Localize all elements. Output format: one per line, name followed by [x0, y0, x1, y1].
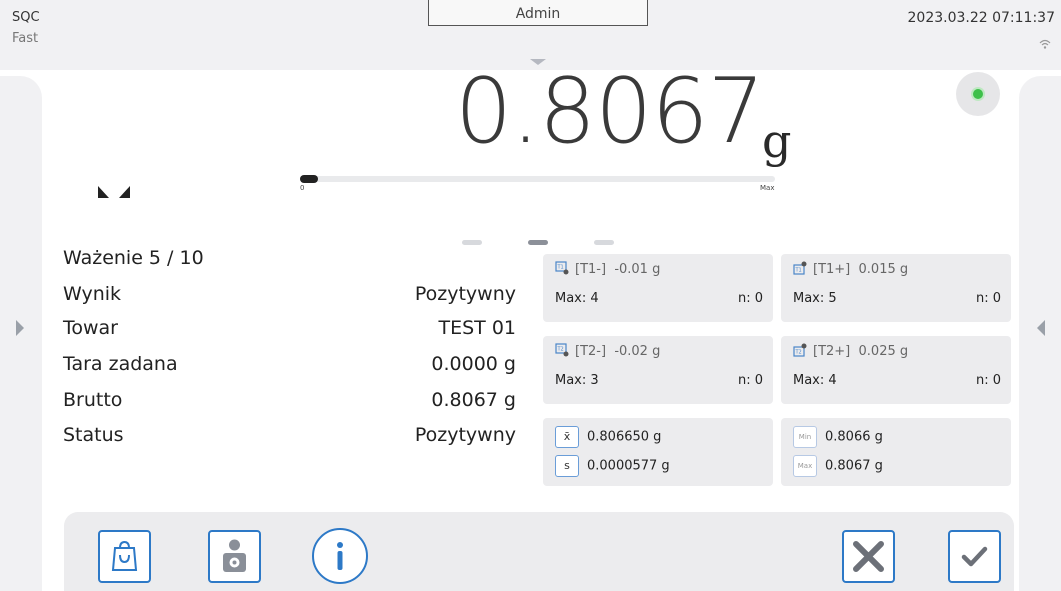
threshold-name: [T1-]: [575, 262, 607, 277]
confirm-button[interactable]: [948, 530, 1001, 583]
info-button[interactable]: [312, 528, 368, 584]
weight-value: 0.8067: [455, 59, 765, 164]
threshold-card-t2-plus[interactable]: T2 [T2+] 0.025 g Max: 4 n: 0: [781, 336, 1011, 404]
expand-right-arrow-icon[interactable]: [16, 320, 24, 336]
bottom-toolbar: [64, 512, 1014, 591]
svg-text:T1: T1: [795, 268, 802, 274]
threshold-high-icon: T1: [793, 261, 807, 275]
info-label: Tara zadana: [63, 353, 178, 375]
max-symbol-icon: Max: [793, 455, 817, 477]
page-dot-3[interactable]: [594, 240, 614, 245]
info-label: Towar: [63, 317, 118, 339]
product-button[interactable]: [98, 530, 151, 583]
threshold-name: [T2-]: [575, 344, 607, 359]
threshold-value: 0.015 g: [858, 262, 909, 277]
cancel-button[interactable]: [842, 530, 895, 583]
svg-text:T1: T1: [557, 265, 564, 271]
load-max-label: Max: [760, 184, 775, 192]
info-value: TEST 01: [438, 317, 517, 339]
info-icon: [337, 542, 343, 570]
load-bargraph: [300, 175, 775, 183]
info-row-gross: Brutto 0.8067 g: [63, 389, 516, 419]
threshold-value: -0.01 g: [614, 262, 661, 277]
info-row-tare: Tara zadana 0.0000 g: [63, 353, 516, 383]
info-label: Ważenie 5 / 10: [63, 247, 204, 269]
info-value: 0.8067 g: [431, 389, 516, 411]
product-bag-icon: [111, 540, 138, 571]
stability-indicator-icon: [98, 186, 130, 198]
expand-left-arrow-icon[interactable]: [1037, 320, 1045, 336]
mean-value: 0.806650 g: [587, 429, 662, 445]
threshold-count: n: 0: [975, 373, 1001, 388]
svg-text:T2: T2: [557, 347, 564, 353]
right-side-panel[interactable]: [1019, 76, 1061, 591]
threshold-max: Max: 4: [793, 373, 837, 388]
left-side-panel[interactable]: [0, 76, 42, 591]
operator-settings-icon: [223, 539, 246, 572]
date-time: 2023.03.22 07:11:37: [907, 10, 1056, 26]
threshold-count: n: 0: [975, 291, 1001, 306]
statistics-card-mean-sd[interactable]: x̄ 0.806650 g s 0.0000577 g: [543, 418, 773, 486]
threshold-card-t1-plus[interactable]: T1 [T1+] 0.015 g Max: 5 n: 0: [781, 254, 1011, 322]
min-symbol-icon: Min: [793, 426, 817, 448]
threshold-count: n: 0: [737, 291, 763, 306]
threshold-max: Max: 3: [555, 373, 599, 388]
wifi-icon: [1039, 39, 1051, 49]
app-mode-label: SQC: [12, 10, 40, 25]
threshold-max: Max: 5: [793, 291, 837, 306]
svg-text:T2: T2: [795, 350, 802, 356]
cancel-icon: [853, 541, 884, 572]
weight-unit[interactable]: g: [762, 116, 791, 166]
max-value: 0.8067 g: [825, 458, 883, 474]
status-led-icon: [956, 72, 1000, 116]
info-row-product: Towar TEST 01: [63, 317, 516, 347]
threshold-max: Max: 4: [555, 291, 599, 306]
sd-symbol-icon: s: [555, 455, 579, 477]
threshold-card-t2-minus[interactable]: T2 [T2-] -0.02 g Max: 3 n: 0: [543, 336, 773, 404]
threshold-value: -0.02 g: [614, 344, 661, 359]
page-dot-1[interactable]: [462, 240, 482, 245]
threshold-high-icon: T2: [793, 343, 807, 357]
min-value: 0.8066 g: [825, 429, 883, 445]
info-row-status: Status Pozytywny: [63, 424, 516, 454]
mean-symbol-icon: x̄: [555, 426, 579, 448]
sd-value: 0.0000577 g: [587, 458, 670, 474]
page-dot-2[interactable]: [528, 240, 548, 245]
info-label: Status: [63, 424, 124, 446]
operator-settings-button[interactable]: [208, 530, 261, 583]
user-login-box[interactable]: Admin: [428, 0, 648, 26]
info-value: Pozytywny: [414, 424, 516, 446]
threshold-name: [T2+]: [813, 344, 851, 359]
threshold-value: 0.025 g: [858, 344, 909, 359]
user-name: Admin: [515, 6, 561, 22]
statistics-card-min-max[interactable]: Min 0.8066 g Max 0.8067 g: [781, 418, 1011, 486]
speed-mode-label: Fast: [12, 31, 39, 46]
info-label: Wynik: [63, 283, 122, 305]
threshold-name: [T1+]: [813, 262, 851, 277]
info-row-weighing: Ważenie 5 / 10: [63, 247, 516, 277]
info-value: 0.0000 g: [431, 353, 516, 375]
threshold-low-icon: T1: [555, 261, 569, 275]
confirm-icon: [961, 546, 988, 567]
threshold-count: n: 0: [737, 373, 763, 388]
info-row-result: Wynik Pozytywny: [63, 283, 516, 313]
threshold-low-icon: T2: [555, 343, 569, 357]
info-value: Pozytywny: [414, 283, 516, 305]
load-min-label: 0: [300, 184, 305, 192]
threshold-card-t1-minus[interactable]: T1 [T1-] -0.01 g Max: 4 n: 0: [543, 254, 773, 322]
load-bargraph-fill: [300, 175, 318, 183]
info-label: Brutto: [63, 389, 123, 411]
